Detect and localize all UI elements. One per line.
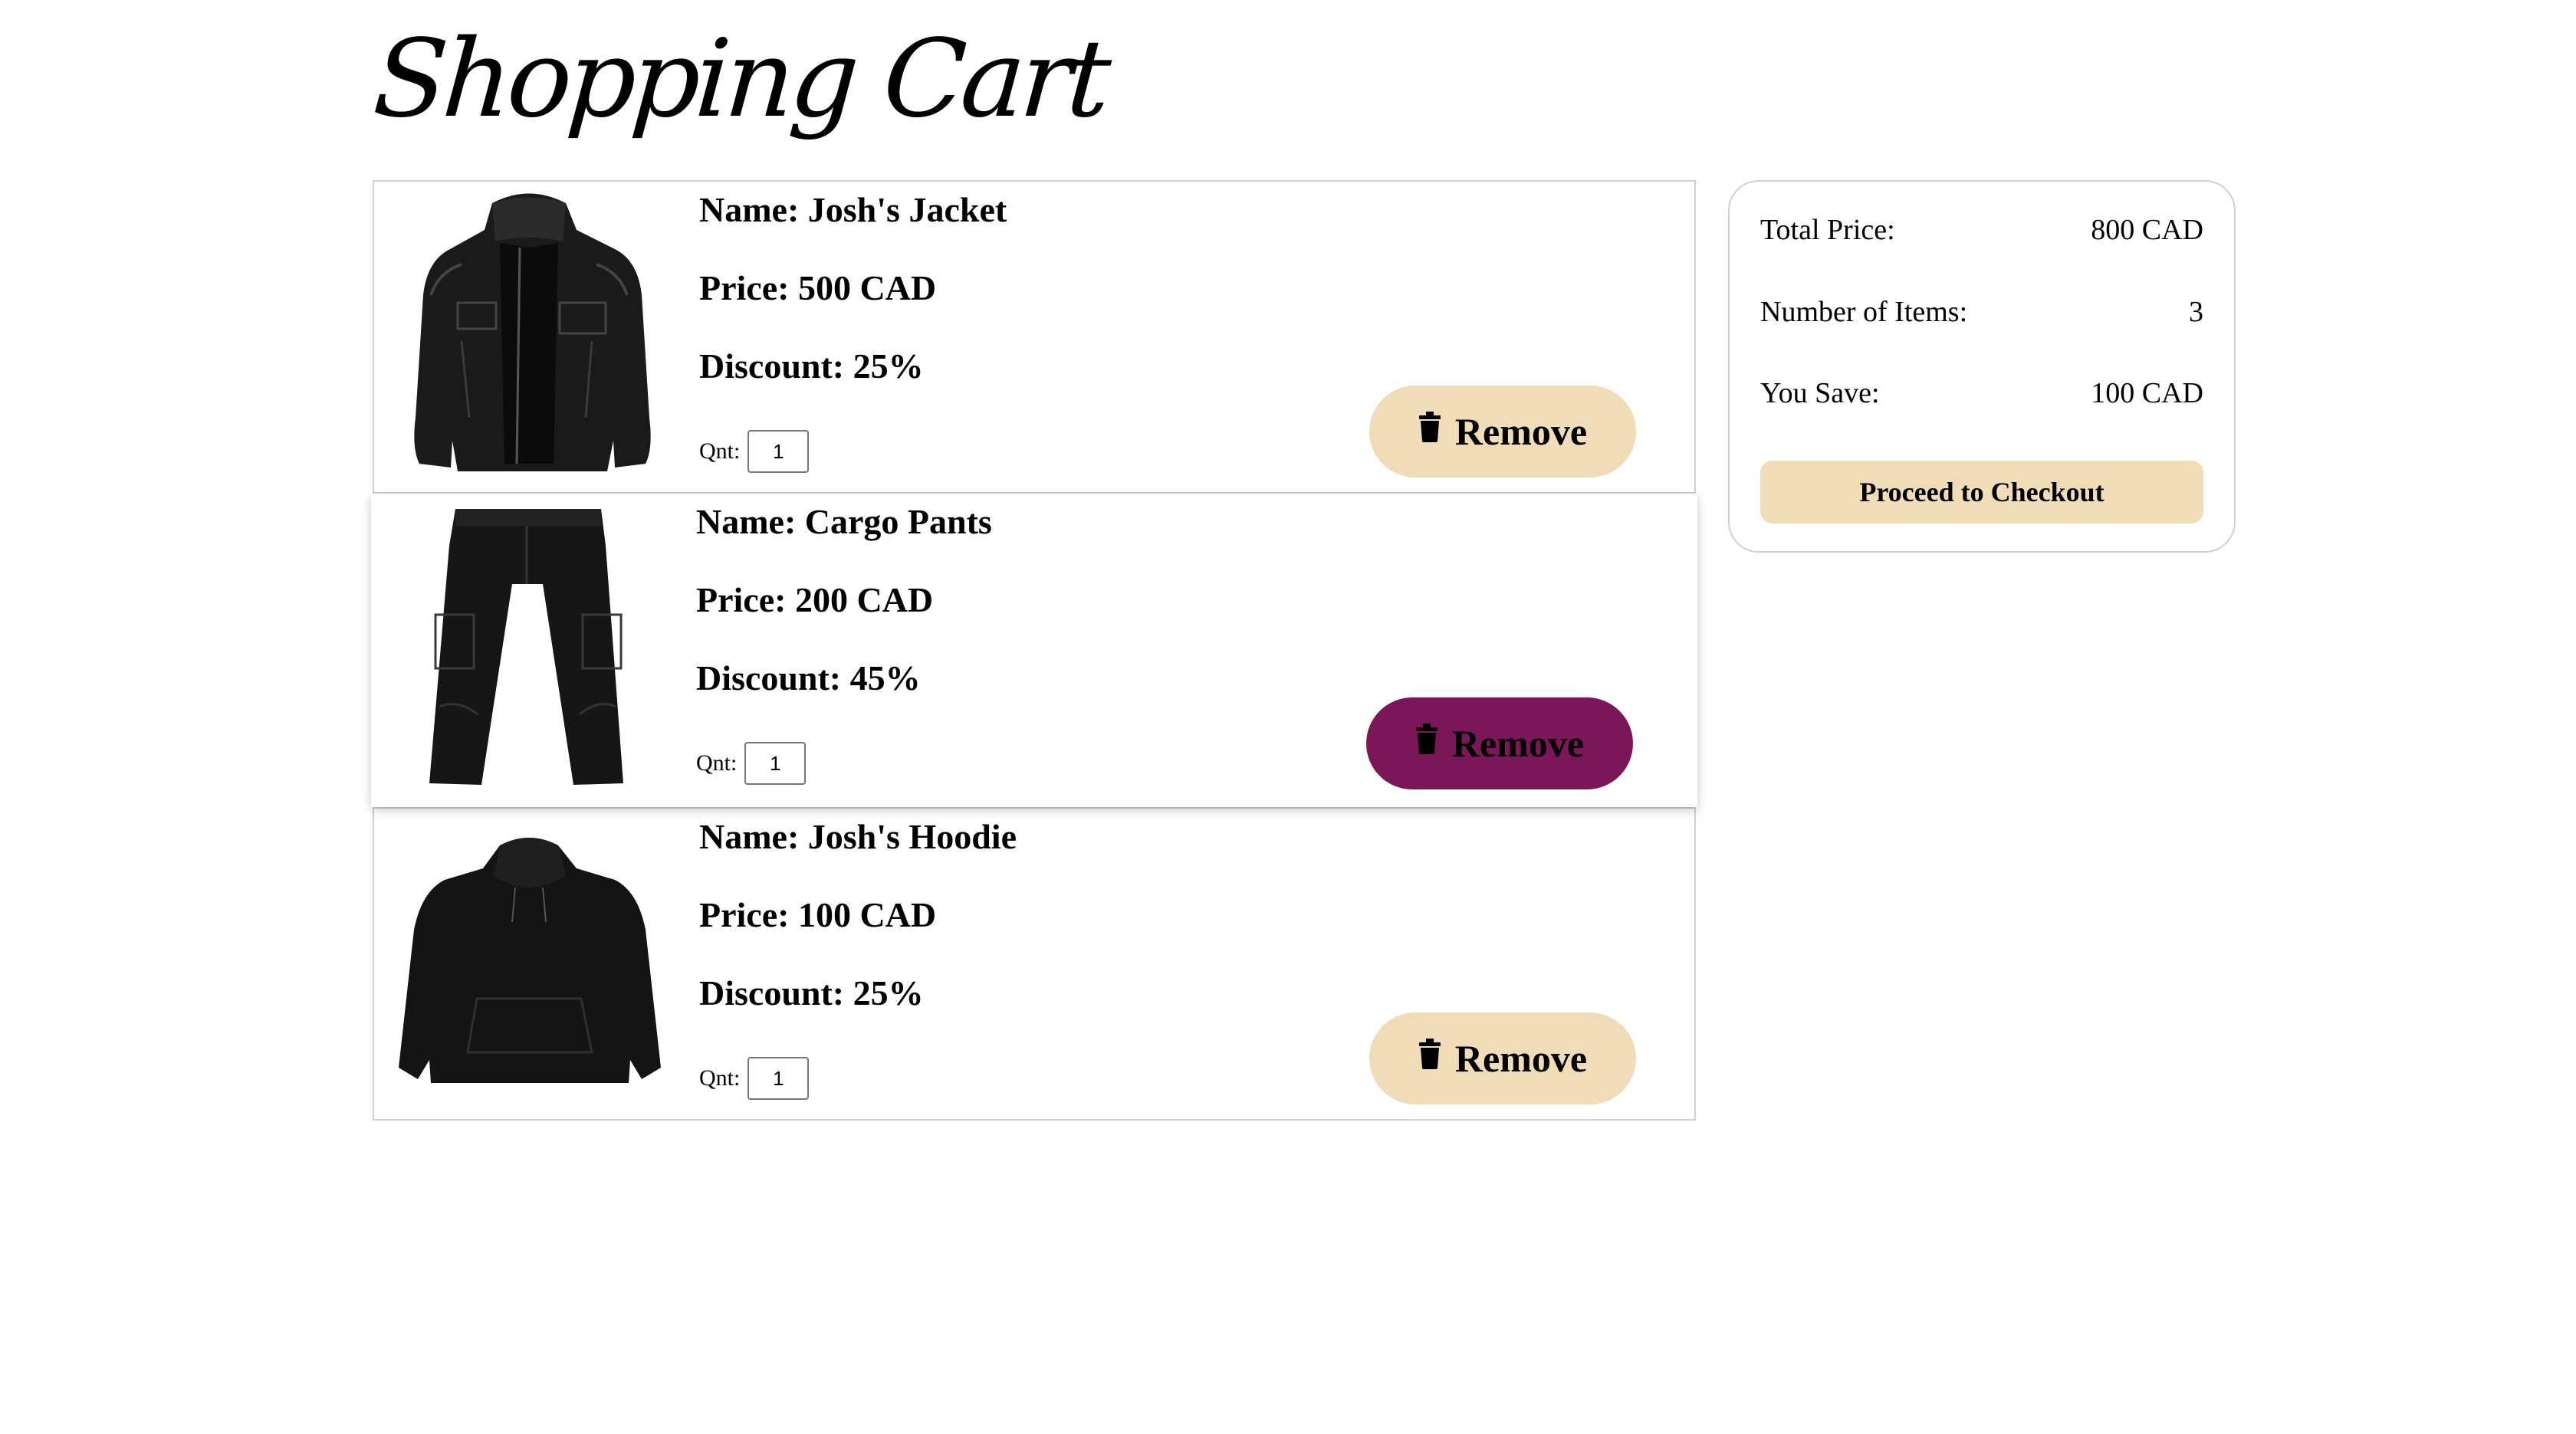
quantity-input[interactable] [748, 1057, 810, 1100]
quantity-label: Qnt: [699, 1065, 741, 1091]
total-price-row: Total Price: 800 CAD [1760, 212, 2203, 248]
cargo-pants-image [429, 509, 623, 785]
trash-icon [1418, 1039, 1441, 1069]
total-price-label: Total Price: [1760, 214, 1895, 246]
trash-icon [1415, 724, 1438, 754]
remove-button[interactable]: Remove [1366, 697, 1633, 789]
order-summary: Total Price: 800 CAD Number of Items: 3 … [1728, 180, 2236, 553]
quantity-row: Qnt: [696, 742, 807, 785]
item-name: Name: Josh's Hoodie [699, 817, 1017, 856]
cart-item: Name: Cargo Pants Price: 200 CAD Discoun… [371, 494, 1697, 807]
quantity-input[interactable] [748, 430, 810, 473]
quantity-input[interactable] [744, 742, 807, 785]
cart-item: Name: Josh's Hoodie Price: 100 CAD Disco… [373, 807, 1696, 1121]
total-price-value: 800 CAD [2091, 214, 2203, 246]
page-title: Shopping Cart [370, 17, 1111, 142]
item-name: Name: Josh's Jacket [699, 190, 1007, 229]
remove-label: Remove [1454, 1037, 1588, 1080]
item-price: Price: 100 CAD [699, 895, 937, 934]
quantity-label: Qnt: [696, 750, 738, 776]
savings-label: You Save: [1760, 377, 1880, 409]
item-info: Name: Cargo Pants Price: 200 CAD Discoun… [696, 501, 992, 736]
remove-button[interactable]: Remove [1369, 1012, 1636, 1104]
item-discount: Discount: 25% [699, 346, 924, 386]
item-price: Price: 500 CAD [699, 268, 937, 307]
cart-item-list: Name: Josh's Jacket Price: 500 CAD Disco… [371, 180, 1697, 1121]
item-name: Name: Cargo Pants [696, 502, 992, 541]
quantity-label: Qnt: [699, 438, 741, 464]
item-info: Name: Josh's Hoodie Price: 100 CAD Disco… [699, 816, 1017, 1051]
trash-icon [1418, 412, 1441, 442]
item-discount: Discount: 45% [696, 658, 921, 697]
item-count-label: Number of Items: [1760, 296, 1968, 328]
item-price: Price: 200 CAD [696, 580, 934, 619]
leather-jacket-image [414, 193, 651, 471]
item-info: Name: Josh's Jacket Price: 500 CAD Disco… [699, 189, 1007, 424]
savings-row: You Save: 100 CAD [1760, 376, 2203, 411]
item-discount: Discount: 25% [699, 973, 924, 1012]
remove-button[interactable]: Remove [1369, 386, 1636, 477]
cart-item: Name: Josh's Jacket Price: 500 CAD Disco… [373, 180, 1696, 494]
checkout-button[interactable]: Proceed to Checkout [1760, 461, 2203, 523]
savings-value: 100 CAD [2091, 377, 2203, 409]
quantity-row: Qnt: [699, 430, 810, 473]
remove-label: Remove [1454, 410, 1588, 453]
item-count-value: 3 [2189, 296, 2203, 328]
remove-label: Remove [1451, 722, 1585, 765]
hoodie-image [399, 838, 661, 1083]
quantity-row: Qnt: [699, 1057, 810, 1100]
item-count-row: Number of Items: 3 [1760, 294, 2203, 330]
